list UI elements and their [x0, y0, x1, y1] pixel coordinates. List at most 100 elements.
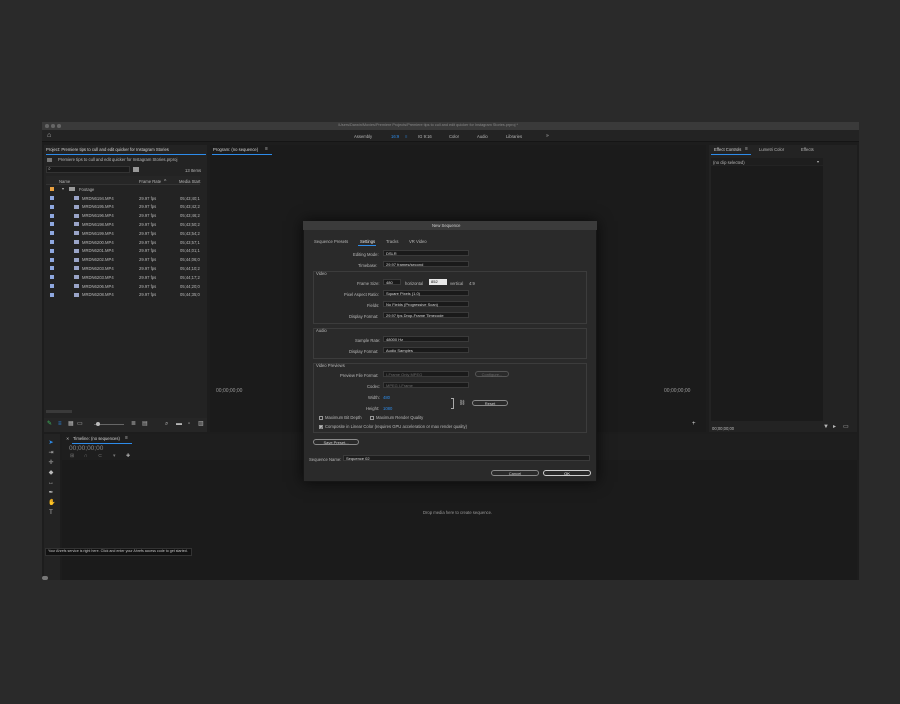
- program-monitor-title[interactable]: Program: (no sequence): [213, 147, 258, 152]
- icon-view-icon[interactable]: ▦: [68, 421, 74, 427]
- new-bin-icon[interactable]: [133, 167, 139, 172]
- razor-tool-icon[interactable]: ◆: [48, 470, 54, 476]
- minimize-window-button[interactable]: [51, 124, 55, 128]
- sequence-name-input[interactable]: Sequence 02: [343, 455, 590, 461]
- preview-width-value[interactable]: 480: [383, 395, 390, 400]
- horizontal-scrollbar[interactable]: [46, 410, 72, 413]
- tab-settings[interactable]: Settings: [360, 239, 375, 244]
- panel-menu-icon[interactable]: ≡: [125, 436, 128, 441]
- add-marker-icon[interactable]: ▾: [113, 454, 116, 459]
- ripple-edit-tool-icon[interactable]: ✛: [48, 460, 54, 466]
- timeline-timecode[interactable]: 00;00;00;00: [69, 445, 103, 453]
- max-bit-depth-checkbox[interactable]: [319, 416, 323, 420]
- sample-rate-select[interactable]: 48000 Hz: [383, 336, 469, 342]
- table-row[interactable]: MRDN6202.MP4 29.97 fps 05;44;06;0: [46, 256, 200, 265]
- pixel-aspect-ratio-select[interactable]: Square Pixels (1.0): [383, 290, 469, 296]
- tab-vr-video[interactable]: VR Video: [409, 239, 427, 244]
- table-row[interactable]: MRDN6198.MP4 29.97 fps 05;43;50;2: [46, 220, 200, 229]
- list-view-icon[interactable]: ≡: [58, 421, 62, 427]
- project-search-input[interactable]: [46, 166, 130, 173]
- cancel-button[interactable]: Cancel: [491, 470, 539, 476]
- table-row[interactable]: MRDN6206.MP4 29.97 fps 05;44;20;0: [46, 282, 200, 291]
- export-icon[interactable]: ▭: [843, 424, 849, 430]
- expand-arrow-icon[interactable]: ▾: [62, 187, 64, 191]
- playback-icon[interactable]: ▸: [833, 424, 836, 430]
- frame-width-input[interactable]: 480: [383, 279, 401, 285]
- snap-icon[interactable]: ∩: [84, 454, 88, 459]
- nest-icon[interactable]: ⊞: [70, 454, 74, 459]
- clear-icon[interactable]: ▥: [198, 421, 204, 427]
- workspace-audio[interactable]: Audio: [477, 134, 488, 139]
- filter-icon[interactable]: ▼: [823, 424, 829, 430]
- close-window-button[interactable]: [45, 124, 49, 128]
- reset-button[interactable]: Reset: [472, 400, 508, 406]
- workspace-menu-icon[interactable]: ≡: [405, 134, 407, 139]
- preview-file-format-select[interactable]: I-Frame Only MPEG: [383, 371, 469, 377]
- new-bin-footer-icon[interactable]: ▬: [176, 421, 182, 427]
- timebase-select[interactable]: 29.97 frames/second: [383, 261, 469, 267]
- add-button-icon[interactable]: +: [692, 421, 696, 427]
- workspace-color[interactable]: Color: [449, 134, 459, 139]
- workspace-ig-9-16[interactable]: IG 9:16: [418, 134, 432, 139]
- home-icon[interactable]: ⌂: [47, 132, 54, 139]
- automate-to-sequence-icon[interactable]: ▤: [142, 421, 148, 427]
- zoom-slider-handle[interactable]: [96, 422, 100, 426]
- column-name[interactable]: Name: [59, 179, 70, 184]
- composite-linear-checkbox[interactable]: ✓: [319, 425, 323, 430]
- track-select-tool-icon[interactable]: ⇥: [48, 450, 54, 456]
- effect-controls-timecode[interactable]: 00;00;00;00: [712, 426, 734, 431]
- playhead-timecode[interactable]: 00;00;00;00: [216, 389, 242, 394]
- max-render-quality-checkbox[interactable]: [370, 416, 374, 420]
- tab-effects[interactable]: Effects: [801, 147, 814, 152]
- column-media-start[interactable]: Media Start: [179, 179, 200, 184]
- table-row[interactable]: MRDN6203.MP4 29.97 fps 05;44;17;2: [46, 273, 200, 282]
- table-row[interactable]: MRDN6203.MP4 29.97 fps 05;44;10;2: [46, 264, 200, 273]
- workspace-16-9[interactable]: 16:9: [391, 134, 399, 139]
- tab-lumetri-color[interactable]: Lumetri Color: [759, 147, 784, 152]
- folder-name[interactable]: Footage: [79, 187, 94, 192]
- preview-height-value[interactable]: 1080: [383, 406, 392, 411]
- new-item-icon[interactable]: ▫: [188, 421, 190, 427]
- maximize-window-button[interactable]: [57, 124, 61, 128]
- save-preset-button[interactable]: Save Preset...: [313, 439, 359, 445]
- hand-tool-icon[interactable]: ✋: [48, 500, 55, 506]
- sort-icons-icon[interactable]: ≣: [131, 421, 136, 427]
- tab-tracks[interactable]: Tracks: [386, 239, 398, 244]
- more-workspaces-icon[interactable]: »: [546, 134, 549, 139]
- panel-menu-icon[interactable]: ≡: [265, 147, 268, 152]
- table-row[interactable]: MRDN6200.MP4 29.97 fps 05;43;57;1: [46, 238, 200, 247]
- configure-button[interactable]: Configure...: [475, 371, 509, 377]
- editing-mode-select[interactable]: DSLR: [383, 250, 469, 256]
- status-indicator-icon[interactable]: [42, 576, 48, 580]
- find-icon[interactable]: ⌕: [165, 421, 168, 427]
- dropdown-arrow-icon[interactable]: ▾: [817, 160, 819, 164]
- ok-button[interactable]: OK: [543, 470, 591, 476]
- column-frame-rate[interactable]: Frame Rate: [139, 179, 161, 184]
- table-row[interactable]: MRDN6195.MP4 29.97 fps 05;43;42;2: [46, 203, 200, 212]
- audio-display-format-select[interactable]: Audio Samples: [383, 347, 469, 353]
- freeform-view-icon[interactable]: ▭: [77, 421, 83, 427]
- table-row[interactable]: MRDN6201.MP4 29.97 fps 05;44;01;1: [46, 247, 200, 256]
- table-row[interactable]: MRDN6194.MP4 29.97 fps 05;43;40;1: [46, 194, 200, 203]
- codec-select[interactable]: MPEG I-Frame: [383, 382, 469, 388]
- slip-tool-icon[interactable]: ↔: [48, 480, 54, 486]
- workspace-libraries[interactable]: Libraries: [506, 134, 522, 139]
- display-format-select[interactable]: 29.97 fps Drop-Frame Timecode: [383, 312, 469, 318]
- timeline-title[interactable]: Timeline: (no sequences): [73, 436, 120, 441]
- tab-sequence-presets[interactable]: Sequence Presets: [314, 239, 348, 244]
- type-tool-icon[interactable]: T: [48, 510, 54, 516]
- frame-height-input[interactable]: 852: [429, 279, 447, 285]
- selection-tool-icon[interactable]: ➤: [48, 440, 54, 446]
- chain-link-icon[interactable]: ⛓: [459, 401, 465, 406]
- sort-ascending-icon[interactable]: ^: [164, 180, 166, 185]
- fields-select[interactable]: No Fields (Progressive Scan): [383, 301, 469, 307]
- table-row[interactable]: MRDN6196.MP4 29.97 fps 05;43;46;2: [46, 212, 200, 221]
- workspace-assembly[interactable]: Assembly: [354, 134, 372, 139]
- close-panel-icon[interactable]: ✕: [66, 437, 69, 441]
- panel-menu-icon[interactable]: ≡: [745, 147, 748, 152]
- tab-effect-controls[interactable]: Effect Controls: [714, 147, 741, 152]
- write-pencil-icon[interactable]: ✎: [47, 421, 52, 427]
- pen-tool-icon[interactable]: ✒: [48, 490, 54, 496]
- table-row[interactable]: MRDN6208.MP4 29.97 fps 05;44;35;0: [46, 291, 200, 300]
- settings-wrench-icon[interactable]: ✚: [126, 454, 130, 459]
